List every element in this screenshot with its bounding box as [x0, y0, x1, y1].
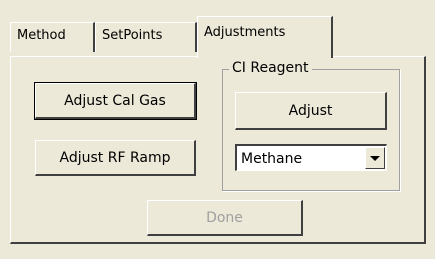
- ci-reagent-legend: CI Reagent: [229, 60, 312, 76]
- tab-setpoints-label: SetPoints: [102, 28, 163, 43]
- tab-adjustments-label: Adjustments: [204, 25, 286, 40]
- tab-adjustments[interactable]: Adjustments: [197, 16, 333, 58]
- adjust-rf-ramp-label: Adjust RF Ramp: [59, 149, 171, 166]
- done-button[interactable]: Done: [147, 200, 303, 236]
- adjustments-panel: Adjust Cal Gas Adjust RF Ramp CI Reagent…: [10, 56, 426, 244]
- adjust-cal-gas-label: Adjust Cal Gas: [64, 92, 166, 109]
- adjust-cal-gas-button[interactable]: Adjust Cal Gas: [34, 82, 197, 120]
- tab-method[interactable]: Method: [10, 22, 95, 52]
- ci-reagent-select[interactable]: Methane: [235, 144, 387, 171]
- ci-reagent-group: CI Reagent Adjust Methane: [222, 60, 400, 191]
- chevron-down-icon[interactable]: [365, 147, 385, 169]
- adjust-rf-ramp-button[interactable]: Adjust RF Ramp: [35, 140, 196, 176]
- ci-reagent-select-value: Methane: [241, 151, 303, 167]
- done-label: Done: [206, 209, 243, 226]
- tab-method-label: Method: [17, 28, 66, 43]
- ci-reagent-adjust-label: Adjust: [288, 102, 333, 119]
- ci-reagent-adjust-button[interactable]: Adjust: [235, 92, 387, 130]
- tab-setpoints[interactable]: SetPoints: [95, 22, 197, 52]
- dropdown-arrow-glyph: [370, 155, 380, 161]
